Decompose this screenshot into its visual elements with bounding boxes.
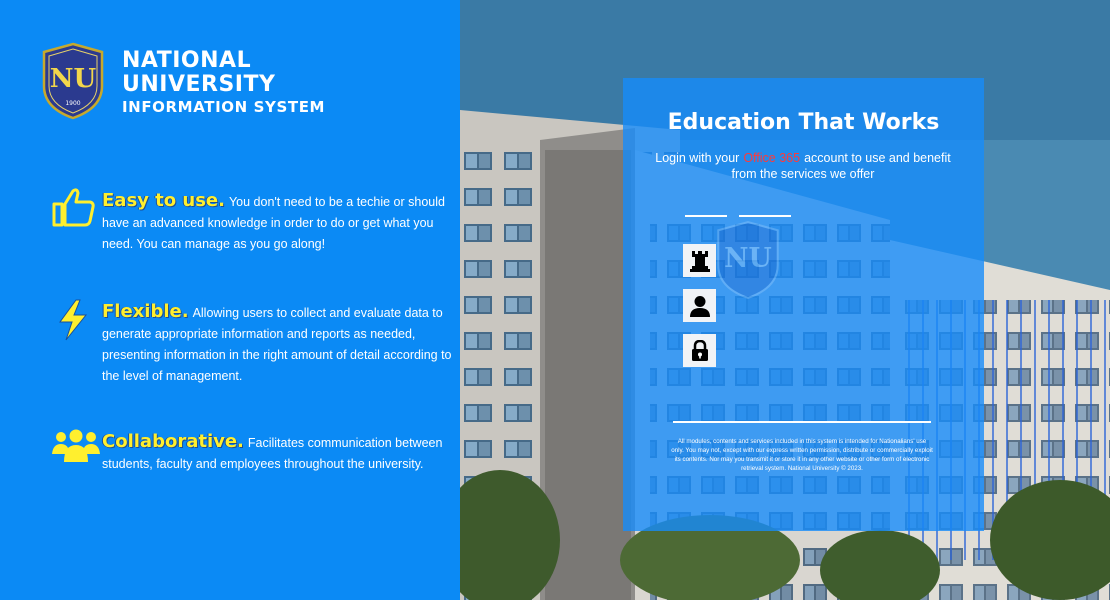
brand-line-3: INFORMATION SYSTEM	[122, 98, 326, 116]
lock-icon	[691, 339, 708, 361]
feature-easy-to-use: Easy to use. You don't need to be a techi…	[52, 187, 452, 255]
thumbs-up-icon	[52, 188, 95, 227]
university-seal-icon: NU 1900	[42, 42, 104, 120]
login-card: Education That Works Login with your Offi…	[623, 78, 984, 531]
feature-flexible: Flexible. Allowing users to collect and e…	[52, 298, 452, 387]
feature-title: Easy to use.	[102, 190, 225, 211]
login-subtitle: Login with your Office 365 account to use …	[655, 151, 951, 181]
password-field[interactable]	[683, 334, 716, 367]
feature-collaborative: Collaborative. Facilitates communication …	[52, 428, 452, 475]
campus-select-field[interactable]	[683, 244, 716, 277]
lightning-bolt-icon	[59, 299, 88, 341]
divider	[673, 421, 931, 423]
login-heading: Education That Works	[667, 110, 940, 135]
office365-highlight: Office 365	[743, 151, 801, 165]
castle-rook-icon	[689, 250, 710, 272]
seal-watermark-icon: NU	[717, 220, 779, 300]
logo: NU 1900 NATIONAL UNIVERSITY INFORMATION …	[40, 42, 325, 120]
svg-text:1900: 1900	[65, 100, 80, 107]
info-panel: NU 1900 NATIONAL UNIVERSITY INFORMATION …	[0, 0, 460, 600]
tab-indicator-right[interactable]	[739, 215, 791, 217]
user-icon	[689, 295, 710, 317]
users-group-icon	[52, 429, 100, 462]
username-field[interactable]	[683, 289, 716, 322]
svg-text:NU: NU	[724, 243, 772, 274]
feature-title: Collaborative.	[102, 431, 244, 452]
brand-name: NATIONAL UNIVERSITY INFORMATION SYSTEM	[122, 49, 325, 117]
feature-title: Flexible.	[102, 301, 189, 322]
brand-line-2: UNIVERSITY	[122, 72, 276, 97]
svg-text:NU: NU	[50, 64, 97, 94]
legal-notice: All modules, contents and services inclu…	[671, 438, 933, 472]
tab-indicator-left[interactable]	[685, 215, 727, 217]
brand-line-1: NATIONAL	[122, 48, 252, 73]
